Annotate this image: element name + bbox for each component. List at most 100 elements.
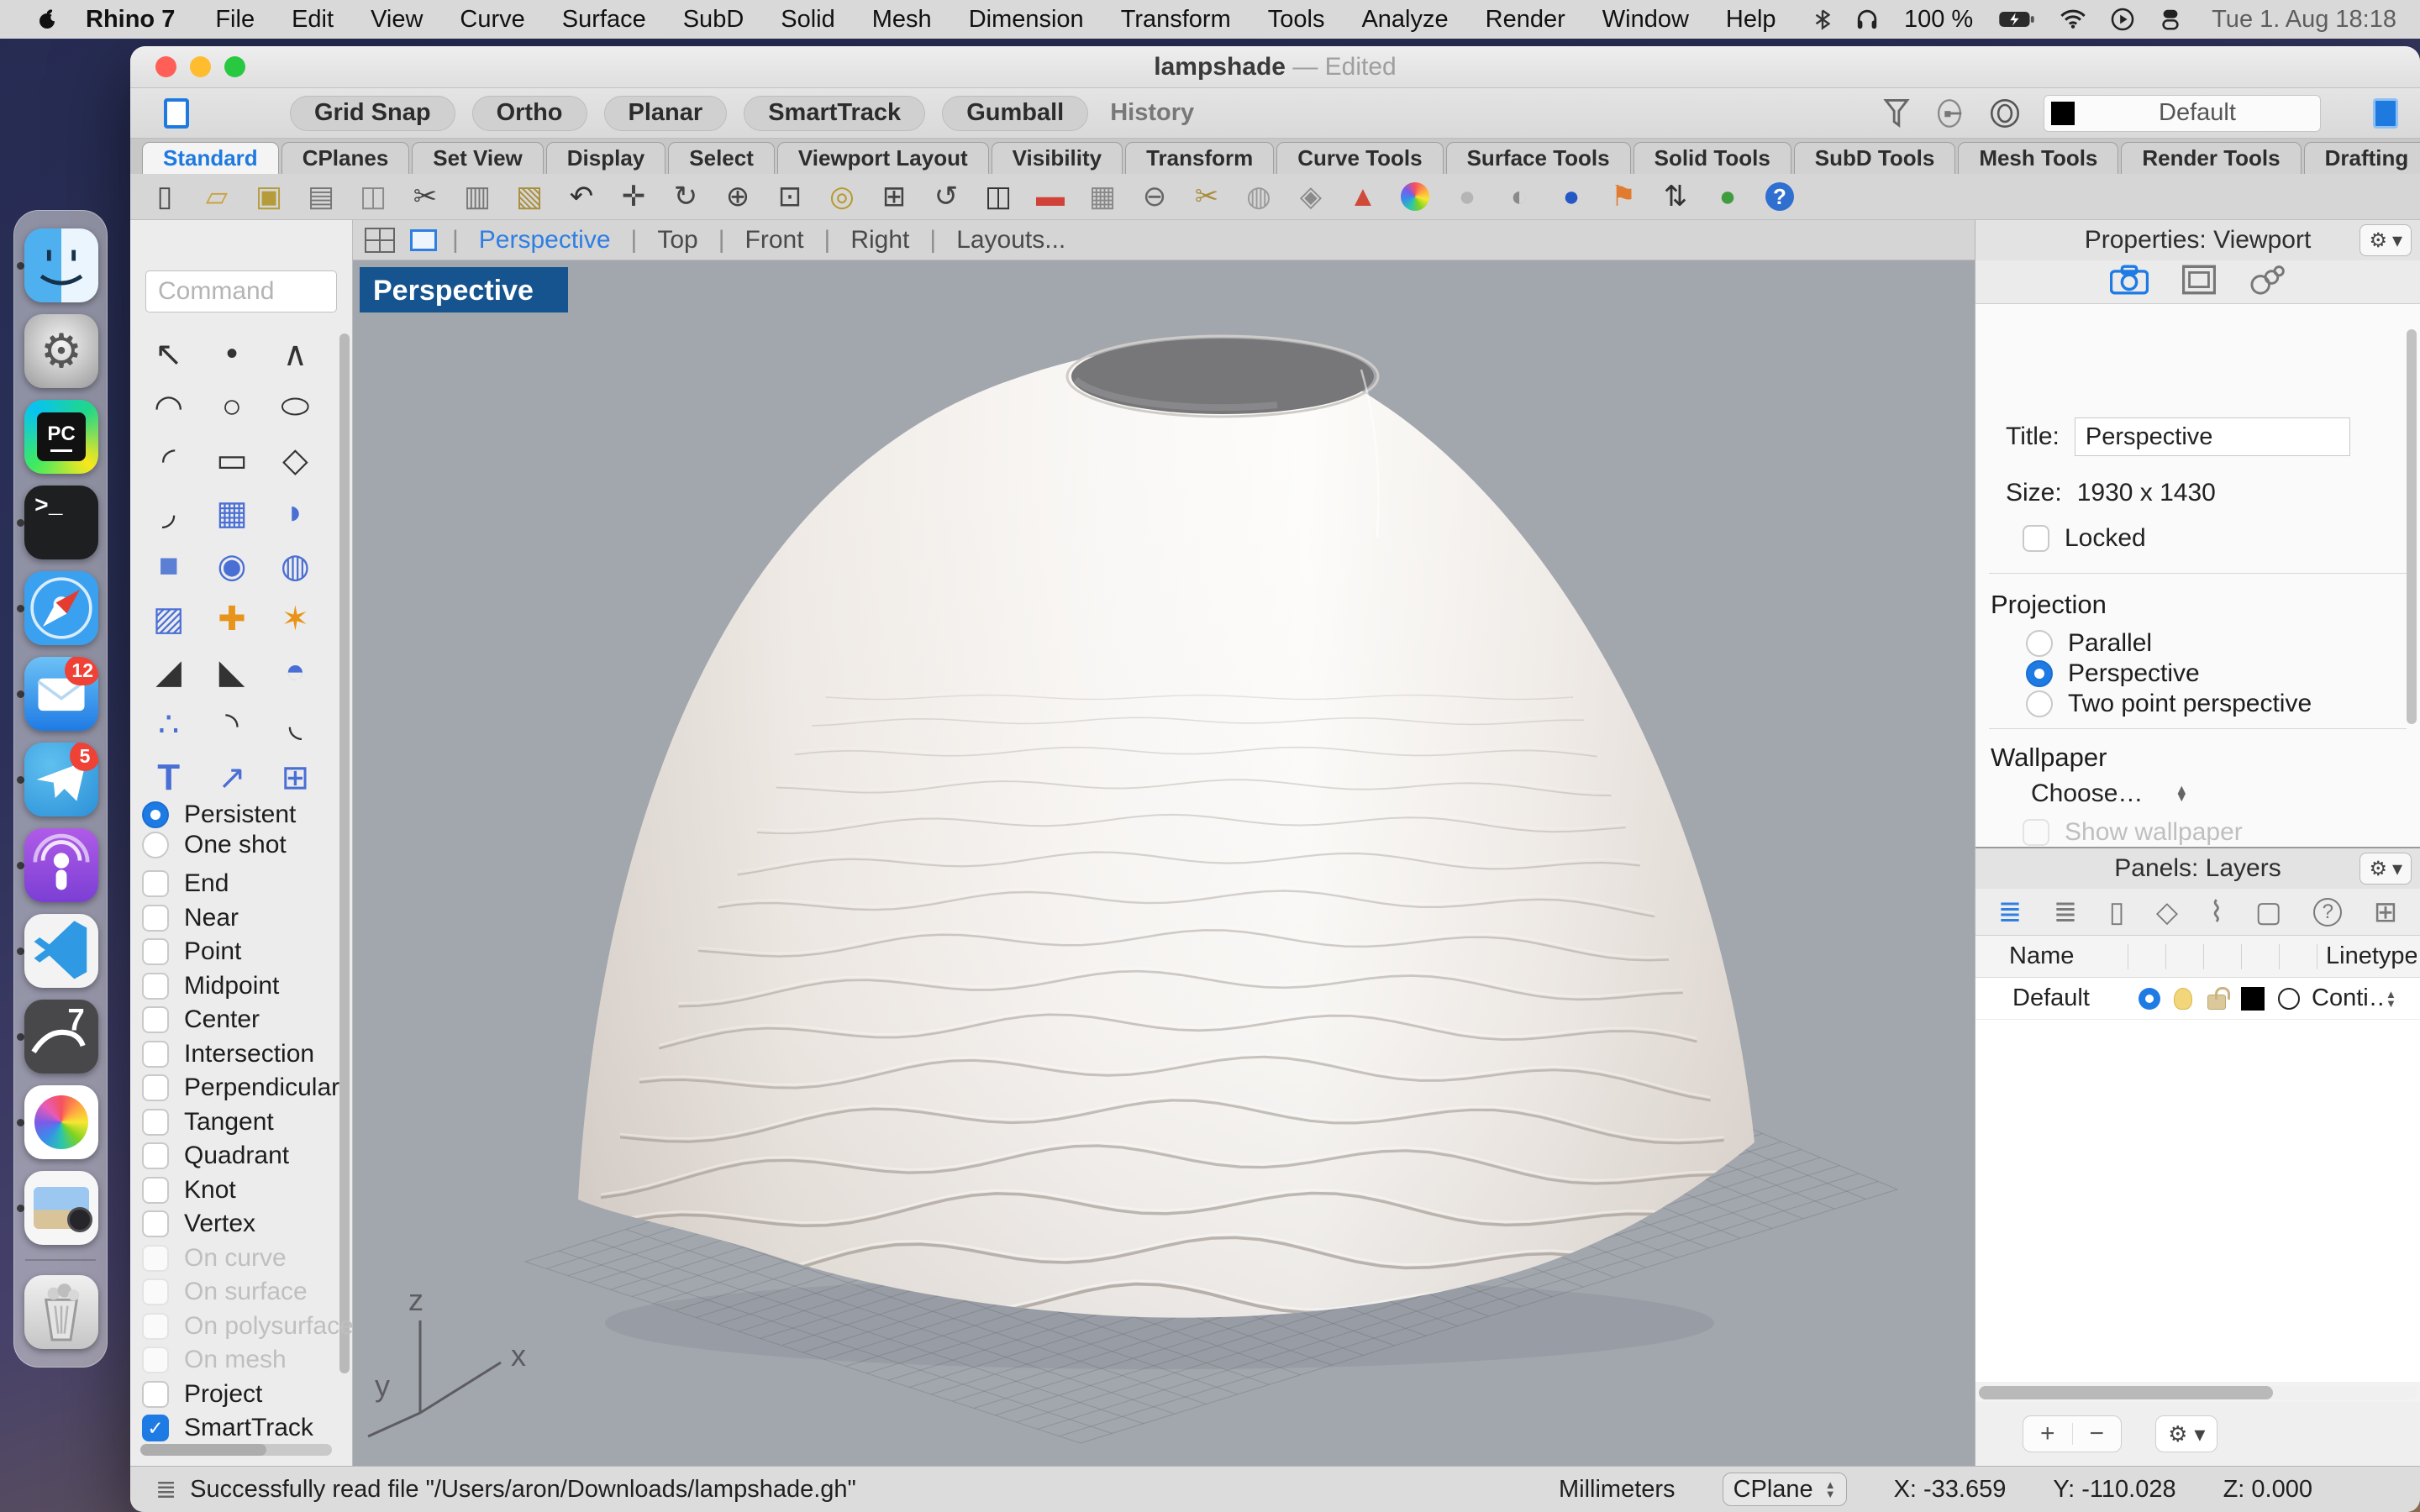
menu-app-name[interactable]: Rhino 7 — [86, 6, 175, 34]
menu-mesh[interactable]: Mesh — [872, 6, 932, 34]
layers-icon[interactable]: ≣ — [1998, 895, 2023, 929]
zoom-icon[interactable]: ⊕ — [712, 177, 764, 216]
grid-icon[interactable]: ⊞ — [2374, 895, 2398, 929]
menu-subd[interactable]: SubD — [683, 6, 744, 34]
menu-tools[interactable]: Tools — [1268, 6, 1325, 34]
zoom-window-icon[interactable]: ⊡ — [764, 177, 816, 216]
viewport-tab-layouts[interactable]: Layouts... — [956, 226, 1065, 255]
dock-item-terminal[interactable]: >_ — [14, 480, 108, 565]
ribbon-tab-display[interactable]: Display — [546, 142, 666, 174]
menu-solid[interactable]: Solid — [781, 6, 835, 34]
boolean-union-tool-icon[interactable]: ◓ — [264, 645, 327, 698]
osnap-check-intersection[interactable]: Intersection — [142, 1037, 330, 1072]
undo-icon[interactable]: ↶ — [555, 177, 608, 216]
car-icon[interactable]: ▬ — [1024, 177, 1076, 216]
osnap-check-center[interactable]: Center — [142, 1003, 330, 1037]
menu-clock[interactable]: Tue 1. Aug 18:18 — [2212, 6, 2396, 34]
plan-grid-icon[interactable]: ▦ — [1076, 177, 1128, 216]
ribbon-tab-surface-tools[interactable]: Surface Tools — [1446, 142, 1631, 174]
dock-item-rhino-7[interactable]: 7 — [14, 994, 108, 1079]
add-layer-button[interactable]: + — [2023, 1420, 2072, 1448]
viewport-layout-icon[interactable]: ◫ — [972, 177, 1024, 216]
dock-item-trash[interactable] — [14, 1269, 108, 1355]
open-file-icon[interactable]: ▱ — [191, 177, 243, 216]
viewport-tab-perspective[interactable]: Perspective — [479, 226, 611, 255]
copy-icon[interactable]: ▥ — [451, 177, 503, 216]
dock-item-system-settings[interactable]: ⚙ — [14, 308, 108, 394]
osnap-radio-persistent[interactable]: Persistent — [142, 800, 330, 830]
polygon-tool-icon[interactable]: ◇ — [264, 433, 327, 486]
zoom-extents-icon[interactable]: ⊞ — [868, 177, 920, 216]
ellipse-tool-icon[interactable]: ⬭ — [264, 381, 327, 433]
sidebar-scrollbar[interactable] — [339, 333, 350, 1373]
osnap-check-end[interactable]: End — [142, 867, 330, 901]
dock-item-pycharm[interactable]: PC — [14, 394, 108, 480]
menu-file[interactable]: File — [215, 6, 255, 34]
toggle-smarttrack[interactable]: SmartTrack — [744, 96, 925, 131]
ribbon-tab-viewport-layout[interactable]: Viewport Layout — [777, 142, 989, 174]
mesh-surface-tool-icon[interactable]: ▨ — [137, 592, 200, 645]
circle-tool-icon[interactable]: ○ — [200, 381, 263, 433]
scroll-icon[interactable]: ⌇ — [2210, 895, 2224, 929]
display-icon[interactable]: ▢ — [2255, 895, 2282, 929]
properties-scrollbar[interactable] — [2407, 329, 2417, 724]
link-circles-icon[interactable] — [2249, 265, 2286, 299]
dock-item-preview[interactable] — [14, 1165, 108, 1251]
play-circle-icon[interactable] — [2111, 8, 2134, 31]
dock-item-photos[interactable] — [14, 1079, 108, 1165]
material-sphere-icon[interactable]: ● — [1441, 177, 1493, 216]
earth-icon[interactable]: ● — [1702, 177, 1754, 216]
menu-window[interactable]: Window — [1602, 6, 1689, 34]
current-layer-icon[interactable] — [2139, 988, 2160, 1010]
headphones-icon[interactable] — [1855, 8, 1879, 31]
spotlight-icon[interactable]: ◍ — [1233, 177, 1285, 216]
panel-toggle-icon[interactable] — [2373, 98, 2398, 129]
toggle-gumball[interactable]: Gumball — [942, 96, 1088, 131]
help-icon[interactable]: ? — [1754, 177, 1806, 216]
projection-perspective[interactable]: Perspective — [2026, 659, 2312, 689]
dock-item-safari[interactable] — [14, 565, 108, 651]
cplane-dropdown[interactable]: CPlane ▲▼ — [1723, 1473, 1847, 1506]
osnap-check-near[interactable]: Near — [142, 901, 330, 936]
apple-menu-icon[interactable] — [39, 8, 57, 30]
menu-render[interactable]: Render — [1486, 6, 1565, 34]
dock-item-podcasts[interactable] — [14, 822, 108, 908]
osnap-check-project[interactable]: Project — [142, 1378, 330, 1412]
sphere-tool-icon[interactable]: ◉ — [200, 539, 263, 592]
paste-icon[interactable]: ▧ — [503, 177, 555, 216]
wallpaper-choose-dropdown[interactable]: Choose… ▲▼ — [2031, 780, 2188, 808]
move-tool-icon[interactable]: ↗ — [200, 751, 263, 804]
viewport-tab-top[interactable]: Top — [657, 226, 697, 255]
ribbon-tab-curve-tools[interactable]: Curve Tools — [1276, 142, 1443, 174]
projection-parallel[interactable]: Parallel — [2026, 628, 2312, 659]
ribbon-tab-transform[interactable]: Transform — [1125, 142, 1274, 174]
camera-icon[interactable] — [2110, 265, 2149, 299]
layer-lock-icon[interactable] — [2207, 995, 2226, 1010]
trim-tool-icon[interactable]: ◢ — [137, 645, 200, 698]
units-label[interactable]: Millimeters — [1559, 1476, 1676, 1504]
ribbon-tab-standard[interactable]: Standard — [142, 142, 279, 174]
menu-transform[interactable]: Transform — [1121, 6, 1231, 34]
command-history-icon[interactable]: ≣ — [155, 1475, 176, 1504]
raytrace-sphere-icon[interactable]: ● — [1545, 177, 1597, 216]
array-tool-icon[interactable]: ⊞ — [264, 751, 327, 804]
text-tool-icon[interactable]: T — [137, 751, 200, 804]
box-icon[interactable]: ◇ — [2156, 895, 2178, 929]
osnap-check-vertex[interactable]: Vertex — [142, 1207, 330, 1242]
dock-item-telegram[interactable]: 5 — [14, 737, 108, 822]
perspective-viewport[interactable]: Perspective z y x — [353, 260, 1975, 1466]
layer-color-swatch[interactable] — [2241, 987, 2265, 1011]
locked-checkbox[interactable] — [2023, 525, 2049, 552]
cut-icon[interactable]: ✂ — [399, 177, 451, 216]
osnap-radio-one-shot[interactable]: One shot — [142, 830, 330, 860]
menu-surface[interactable]: Surface — [562, 6, 646, 34]
arc-tool-icon[interactable]: ◜ — [137, 433, 200, 486]
osnap-check-perpendicular[interactable]: Perpendicular — [142, 1071, 330, 1105]
battery-icon[interactable] — [1998, 9, 2035, 29]
four-viewports-icon[interactable] — [365, 228, 395, 253]
viewport-tab-front[interactable]: Front — [745, 226, 804, 255]
surface-from-points-tool-icon[interactable]: ▦ — [200, 486, 263, 539]
layout-arrows-icon[interactable]: ⇅ — [1649, 177, 1702, 216]
split-scissors-icon[interactable]: ✂ — [1181, 177, 1233, 216]
active-layer-field[interactable]: Default — [2044, 95, 2321, 132]
